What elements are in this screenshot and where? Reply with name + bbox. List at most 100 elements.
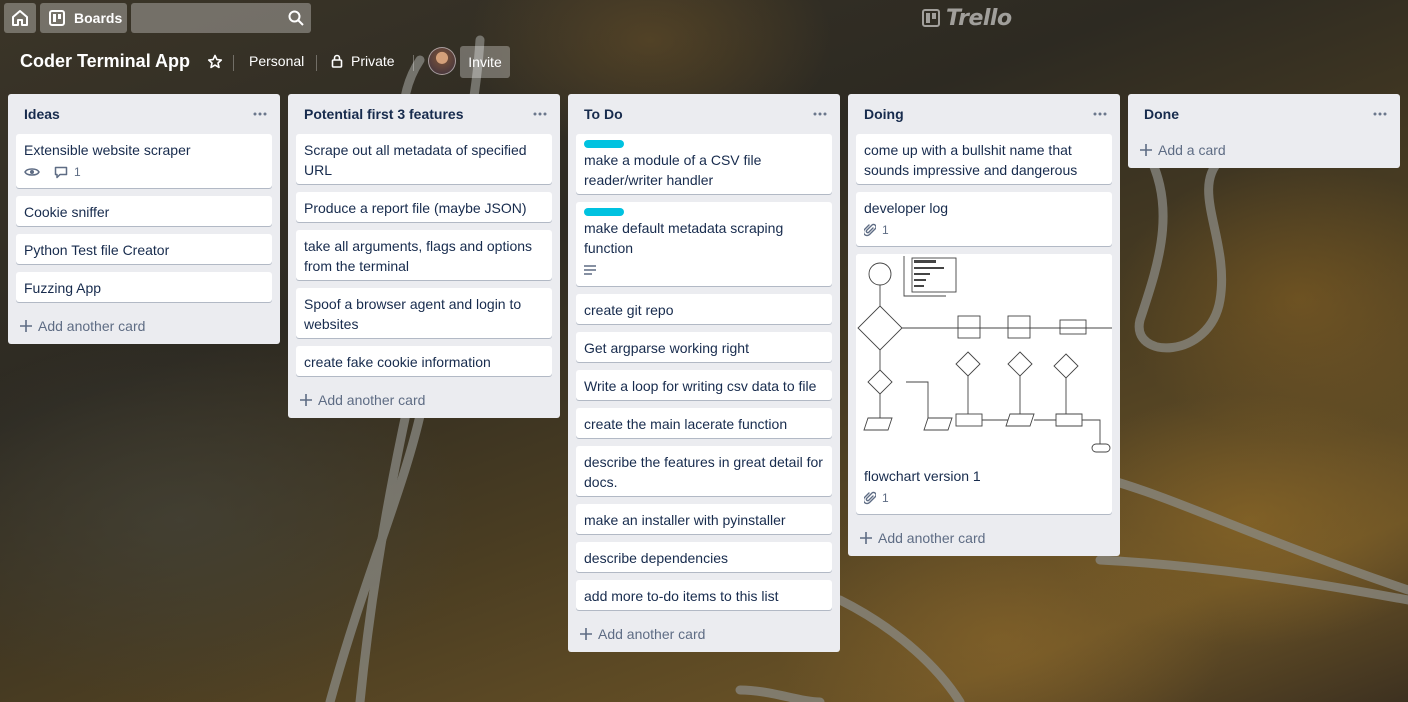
- header-divider: [413, 55, 414, 71]
- paperclip-icon: [864, 491, 876, 505]
- card-title: describe the features in great detail fo…: [584, 454, 823, 490]
- list-title[interactable]: To Do: [584, 106, 623, 122]
- comment-icon: [54, 166, 68, 178]
- card-title: Cookie sniffer: [24, 204, 110, 220]
- add-card-label: Add another card: [878, 530, 986, 546]
- card[interactable]: come up with a bullshit name that sounds…: [856, 134, 1112, 184]
- card-label-cyan[interactable]: [584, 208, 624, 216]
- plus-icon: [580, 628, 592, 640]
- boards-icon: [49, 10, 65, 26]
- list-menu-button[interactable]: [532, 106, 548, 122]
- card-title: Get argparse working right: [584, 340, 749, 356]
- card[interactable]: Cookie sniffer: [16, 196, 272, 226]
- more-icon: [813, 112, 827, 116]
- attachments-badge: 1: [864, 220, 889, 240]
- more-icon: [1093, 112, 1107, 116]
- list-done: Done Add a card: [1128, 94, 1400, 168]
- add-card-button[interactable]: Add another card: [288, 382, 560, 418]
- card[interactable]: create fake cookie information: [296, 346, 552, 376]
- card[interactable]: Extensible website scraper 1: [16, 134, 272, 188]
- add-card-button[interactable]: Add another card: [848, 520, 1120, 556]
- card[interactable]: Produce a report file (maybe JSON): [296, 192, 552, 222]
- card-title: describe dependencies: [584, 550, 728, 566]
- list-menu-button[interactable]: [1092, 106, 1108, 122]
- list-menu-button[interactable]: [812, 106, 828, 122]
- card[interactable]: Get argparse working right: [576, 332, 832, 362]
- card[interactable]: Python Test file Creator: [16, 234, 272, 264]
- visibility-button[interactable]: Private: [331, 53, 395, 69]
- card-badges: 1: [864, 218, 1104, 242]
- add-card-label: Add another card: [318, 392, 426, 408]
- list-menu-button[interactable]: [252, 106, 268, 122]
- card[interactable]: create git repo: [576, 294, 832, 324]
- card[interactable]: make default metadata scraping function: [576, 202, 832, 286]
- card[interactable]: Write a loop for writing csv data to fil…: [576, 370, 832, 400]
- paperclip-icon: [864, 223, 876, 237]
- add-card-button[interactable]: Add a card: [1128, 132, 1400, 168]
- header-divider: [233, 55, 234, 71]
- comments-badge: 1: [54, 162, 81, 182]
- card-title: make a module of a CSV file reader/write…: [584, 152, 762, 188]
- team-button[interactable]: Personal: [249, 53, 304, 69]
- more-icon: [1373, 112, 1387, 116]
- search-input[interactable]: [131, 3, 281, 33]
- card[interactable]: make an installer with pyinstaller: [576, 504, 832, 534]
- list-title[interactable]: Ideas: [24, 106, 60, 122]
- list-title[interactable]: Doing: [864, 106, 904, 122]
- card-title: Produce a report file (maybe JSON): [304, 200, 527, 216]
- home-icon: [12, 10, 28, 26]
- list-title[interactable]: Potential first 3 features: [304, 106, 464, 122]
- card[interactable]: Spoof a browser agent and login to websi…: [296, 288, 552, 338]
- home-button[interactable]: [4, 3, 36, 33]
- card[interactable]: Fuzzing App: [16, 272, 272, 302]
- card-label-cyan[interactable]: [584, 140, 624, 148]
- attachments-badge: 1: [864, 488, 889, 508]
- lock-icon: [331, 54, 343, 68]
- card-title: Python Test file Creator: [24, 242, 170, 258]
- plus-icon: [860, 532, 872, 544]
- card[interactable]: describe the features in great detail fo…: [576, 446, 832, 496]
- list-ideas: Ideas Extensible website scraper 1 Cooki…: [8, 94, 280, 344]
- star-button[interactable]: [205, 52, 225, 72]
- card-title: come up with a bullshit name that sounds…: [864, 142, 1078, 178]
- card-badges: 1: [24, 160, 264, 184]
- add-card-button[interactable]: Add another card: [568, 616, 840, 652]
- plus-icon: [1140, 144, 1152, 156]
- card[interactable]: developer log 1: [856, 192, 1112, 246]
- card-title: flowchart version 1: [864, 468, 981, 484]
- flowchart-thumbnail: [856, 254, 1112, 460]
- card[interactable]: create the main lacerate function: [576, 408, 832, 438]
- boards-button[interactable]: Boards: [40, 3, 127, 33]
- add-card-button[interactable]: Add another card: [8, 308, 280, 344]
- card-badges: 1: [864, 486, 1104, 510]
- visibility-label: Private: [351, 53, 395, 69]
- card[interactable]: add more to-do items to this list: [576, 580, 832, 610]
- card[interactable]: take all arguments, flags and options fr…: [296, 230, 552, 280]
- search-icon[interactable]: [288, 10, 304, 29]
- trello-logo-icon: [922, 9, 940, 27]
- card-title: Spoof a browser agent and login to websi…: [304, 296, 522, 332]
- card-title: create fake cookie information: [304, 354, 491, 370]
- plus-icon: [300, 394, 312, 406]
- team-label: Personal: [249, 53, 305, 69]
- trello-logo[interactable]: Trello: [922, 5, 1012, 31]
- card-title: make an installer with pyinstaller: [584, 512, 786, 528]
- attachment-count: 1: [882, 223, 889, 237]
- board-title[interactable]: Coder Terminal App: [20, 51, 190, 72]
- top-nav: Boards Trello: [0, 0, 1408, 36]
- list-to-do: To Do make a module of a CSV file reader…: [568, 94, 840, 652]
- card[interactable]: Scrape out all metadata of specified URL: [296, 134, 552, 184]
- card-title: add more to-do items to this list: [584, 588, 779, 604]
- list-header: Ideas: [8, 94, 280, 134]
- list-menu-button[interactable]: [1372, 106, 1388, 122]
- card-title: create the main lacerate function: [584, 416, 788, 432]
- card[interactable]: describe dependencies: [576, 542, 832, 572]
- member-avatar[interactable]: [428, 47, 456, 75]
- card[interactable]: make a module of a CSV file reader/write…: [576, 134, 832, 194]
- list-header: Done: [1128, 94, 1400, 134]
- search-box[interactable]: [131, 3, 311, 33]
- list-title[interactable]: Done: [1144, 106, 1179, 122]
- invite-button[interactable]: Invite: [460, 46, 510, 78]
- more-icon: [533, 112, 547, 116]
- card[interactable]: flowchart version 1 1: [856, 254, 1112, 514]
